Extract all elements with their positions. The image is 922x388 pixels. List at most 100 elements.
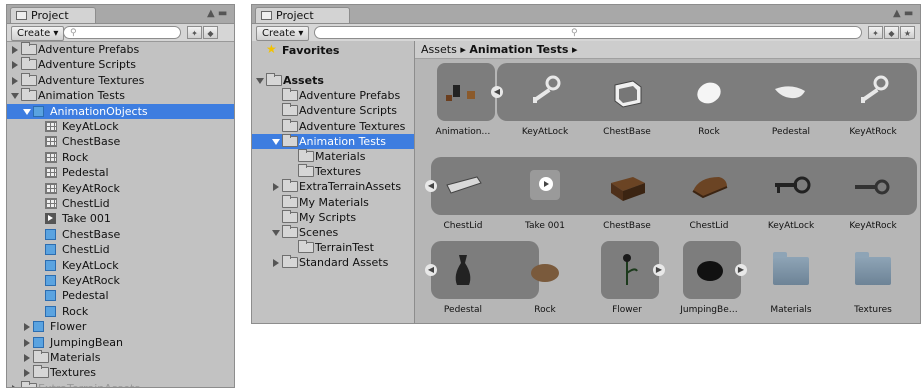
- animation-clip-icon: [45, 213, 56, 225]
- tree-item[interactable]: KeyAtLock: [7, 258, 234, 273]
- filter-type-button[interactable]: ✦: [868, 26, 883, 39]
- favorite-star-button[interactable]: ★: [900, 26, 915, 39]
- tree-item[interactable]: ChestLid: [7, 242, 234, 257]
- expand-arrow-icon[interactable]: [24, 354, 30, 362]
- lock-icon[interactable]: ▲ ▬: [893, 8, 913, 19]
- tree-item[interactable]: Pedestal: [7, 165, 234, 180]
- tab-bar: Project ▲ ▬: [252, 5, 920, 24]
- expand-arrow-icon[interactable]: [12, 46, 18, 54]
- tree-item[interactable]: JumpingBean: [7, 335, 234, 350]
- tree-item[interactable]: Flower: [7, 319, 234, 334]
- asset-thumbnail: [771, 165, 811, 205]
- expand-arrow-icon[interactable]: [12, 76, 18, 85]
- tree-item[interactable]: KeyAtRock: [7, 181, 234, 196]
- tree-item-label: AnimationObjects: [50, 104, 148, 118]
- asset-label: ChestBase: [603, 221, 651, 231]
- asset-item[interactable]: Pedestal: [751, 65, 831, 145]
- asset-item[interactable]: Pedestal: [423, 243, 503, 323]
- create-button[interactable]: Create ▾: [256, 26, 310, 41]
- asset-thumbnail: [689, 249, 729, 289]
- tree-item[interactable]: Rock: [7, 150, 234, 165]
- tree-item[interactable]: Adventure Scripts: [7, 57, 234, 72]
- tree-item[interactable]: Adventure Prefabs: [252, 88, 414, 103]
- expand-arrow-icon[interactable]: [273, 183, 279, 192]
- tree-item[interactable]: Scenes: [252, 225, 414, 240]
- tree-item-label: Animation Tests: [299, 134, 386, 148]
- lock-icon[interactable]: ▲ ▬: [207, 8, 227, 19]
- expand-arrow-icon[interactable]: [24, 338, 30, 347]
- tree-item[interactable]: Textures: [252, 164, 414, 179]
- tree-item-label: Scenes: [299, 226, 339, 239]
- asset-item[interactable]: Rock: [669, 65, 749, 145]
- asset-item[interactable]: Animation…: [423, 65, 503, 145]
- tree-item[interactable]: Adventure Prefabs: [7, 42, 234, 57]
- expand-arrow-icon[interactable]: [273, 259, 279, 268]
- search-input[interactable]: ⚲: [63, 26, 181, 39]
- tree-item-label: ChestBase: [62, 135, 121, 149]
- expand-arrow-icon[interactable]: [12, 61, 18, 70]
- tree-item[interactable]: Textures: [7, 365, 234, 380]
- tree-item[interactable]: Animation Tests: [252, 133, 414, 149]
- tree-item[interactable]: Animation Tests: [7, 88, 234, 103]
- asset-item[interactable]: ChestLid: [423, 159, 503, 239]
- tree-item[interactable]: KeyAtLock: [7, 119, 234, 134]
- collapse-arrow-icon[interactable]: [272, 138, 280, 145]
- collapse-arrow-icon[interactable]: [11, 93, 19, 100]
- tree-item[interactable]: Assets: [252, 73, 414, 88]
- tree-item[interactable]: KeyAtRock: [7, 273, 234, 288]
- search-input[interactable]: ⚲: [314, 26, 862, 39]
- tree-item[interactable]: Rock: [7, 304, 234, 319]
- create-button[interactable]: Create ▾: [11, 26, 65, 41]
- asset-item[interactable]: Materials: [751, 243, 831, 323]
- tree-item[interactable]: My Scripts: [252, 209, 414, 225]
- asset-thumbnail: [853, 249, 893, 289]
- asset-label: KeyAtLock: [767, 221, 815, 231]
- asset-item[interactable]: KeyAtRock: [833, 65, 913, 145]
- tree-item[interactable]: ExtraTerrainAssets: [252, 179, 414, 194]
- filter-type-button[interactable]: ✦: [187, 26, 202, 39]
- tree-item[interactable]: ChestBase: [7, 134, 234, 149]
- project-icon: [16, 11, 27, 20]
- tree-item[interactable]: ChestLid: [7, 196, 234, 211]
- collapse-arrow-icon[interactable]: [272, 230, 280, 236]
- favorites-header[interactable]: ★ Favorites: [252, 42, 414, 58]
- breadcrumb-root[interactable]: Assets: [421, 43, 457, 56]
- tree-item-label: ChestLid: [62, 197, 110, 210]
- tab-project[interactable]: Project: [10, 7, 96, 23]
- asset-item[interactable]: ChestBase: [587, 159, 667, 239]
- asset-item[interactable]: KeyAtRock: [833, 159, 913, 239]
- asset-item[interactable]: ChestLid: [669, 159, 749, 239]
- asset-item[interactable]: Take 001: [505, 159, 585, 239]
- tree-item-label: Rock: [62, 304, 89, 318]
- asset-label: Pedestal: [443, 305, 483, 315]
- expand-arrow-icon[interactable]: [24, 369, 30, 378]
- expand-arrow-icon[interactable]: [24, 323, 30, 332]
- tree-item[interactable]: My Materials: [252, 194, 414, 210]
- project-panel-left: Project ▲ ▬ Create ▾ ⚲ ✦ ◆ Adventure Pre…: [6, 4, 235, 388]
- asset-item[interactable]: Flower: [587, 243, 667, 323]
- tree-item[interactable]: Take 001: [7, 211, 234, 226]
- filter-label-button[interactable]: ◆: [884, 26, 899, 39]
- tree-item[interactable]: Pedestal: [7, 288, 234, 303]
- tree-item[interactable]: Adventure Textures: [7, 72, 234, 88]
- asset-item[interactable]: KeyAtLock: [751, 159, 831, 239]
- tree-item[interactable]: AnimationObjects: [7, 103, 234, 119]
- collapse-arrow-icon[interactable]: [256, 78, 264, 84]
- asset-item[interactable]: ChestBase: [587, 65, 667, 145]
- asset-item[interactable]: Rock: [505, 243, 585, 323]
- asset-item[interactable]: JumpingBe…: [669, 243, 749, 323]
- tree-item[interactable]: ChestBase: [7, 227, 234, 242]
- collapse-arrow-icon[interactable]: [23, 108, 31, 115]
- prefab-icon: [45, 228, 56, 240]
- tree-item[interactable]: Materials: [7, 350, 234, 365]
- tree-item[interactable]: Adventure Textures: [252, 118, 414, 134]
- asset-item[interactable]: Textures: [833, 243, 913, 323]
- tree-item[interactable]: Standard Assets: [252, 255, 414, 270]
- breadcrumb-current[interactable]: Animation Tests: [469, 43, 568, 56]
- tree-item[interactable]: Adventure Scripts: [252, 103, 414, 118]
- filter-label-button[interactable]: ◆: [203, 26, 218, 39]
- tree-item[interactable]: Materials: [252, 149, 414, 164]
- asset-item[interactable]: KeyAtLock: [505, 65, 585, 145]
- tab-project[interactable]: Project: [255, 7, 350, 23]
- tree-item[interactable]: TerrainTest: [252, 240, 414, 255]
